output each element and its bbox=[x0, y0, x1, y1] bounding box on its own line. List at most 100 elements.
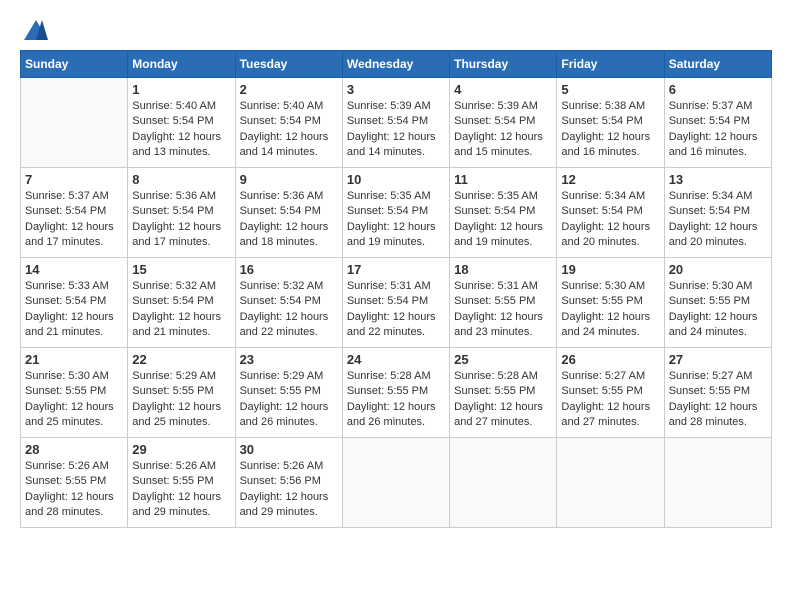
day-number: 27 bbox=[669, 352, 767, 367]
calendar-header-wednesday: Wednesday bbox=[342, 51, 449, 78]
week-row-1: 1 Sunrise: 5:40 AM Sunset: 5:54 PM Daylig… bbox=[21, 78, 772, 168]
day-number: 25 bbox=[454, 352, 552, 367]
calendar-cell: 12 Sunrise: 5:34 AM Sunset: 5:54 PM Dayli… bbox=[557, 168, 664, 258]
calendar-cell: 10 Sunrise: 5:35 AM Sunset: 5:54 PM Dayli… bbox=[342, 168, 449, 258]
day-info: Sunrise: 5:36 AM Sunset: 5:54 PM Dayligh… bbox=[240, 189, 338, 251]
calendar-cell: 25 Sunrise: 5:28 AM Sunset: 5:55 PM Dayli… bbox=[450, 348, 557, 438]
day-number: 9 bbox=[240, 172, 338, 187]
calendar-cell: 15 Sunrise: 5:32 AM Sunset: 5:54 PM Dayli… bbox=[128, 258, 235, 348]
day-number: 8 bbox=[132, 172, 230, 187]
day-info: Sunrise: 5:29 AM Sunset: 5:55 PM Dayligh… bbox=[132, 369, 230, 431]
day-info: Sunrise: 5:34 AM Sunset: 5:54 PM Dayligh… bbox=[561, 189, 659, 251]
day-number: 28 bbox=[25, 442, 123, 457]
day-info: Sunrise: 5:35 AM Sunset: 5:54 PM Dayligh… bbox=[347, 189, 445, 251]
logo-icon bbox=[24, 20, 48, 40]
calendar-header-monday: Monday bbox=[128, 51, 235, 78]
day-info: Sunrise: 5:38 AM Sunset: 5:54 PM Dayligh… bbox=[561, 99, 659, 161]
calendar-table: SundayMondayTuesdayWednesdayThursdayFrid… bbox=[20, 50, 772, 528]
day-info: Sunrise: 5:27 AM Sunset: 5:55 PM Dayligh… bbox=[669, 369, 767, 431]
day-number: 15 bbox=[132, 262, 230, 277]
day-number: 3 bbox=[347, 82, 445, 97]
calendar-cell: 23 Sunrise: 5:29 AM Sunset: 5:55 PM Dayli… bbox=[235, 348, 342, 438]
calendar-cell: 9 Sunrise: 5:36 AM Sunset: 5:54 PM Daylig… bbox=[235, 168, 342, 258]
day-info: Sunrise: 5:30 AM Sunset: 5:55 PM Dayligh… bbox=[561, 279, 659, 341]
calendar-cell: 21 Sunrise: 5:30 AM Sunset: 5:55 PM Dayli… bbox=[21, 348, 128, 438]
day-number: 7 bbox=[25, 172, 123, 187]
calendar-cell: 8 Sunrise: 5:36 AM Sunset: 5:54 PM Daylig… bbox=[128, 168, 235, 258]
day-info: Sunrise: 5:27 AM Sunset: 5:55 PM Dayligh… bbox=[561, 369, 659, 431]
calendar-cell: 20 Sunrise: 5:30 AM Sunset: 5:55 PM Dayli… bbox=[664, 258, 771, 348]
day-number: 11 bbox=[454, 172, 552, 187]
week-row-5: 28 Sunrise: 5:26 AM Sunset: 5:55 PM Dayli… bbox=[21, 438, 772, 528]
day-info: Sunrise: 5:29 AM Sunset: 5:55 PM Dayligh… bbox=[240, 369, 338, 431]
day-info: Sunrise: 5:26 AM Sunset: 5:55 PM Dayligh… bbox=[132, 459, 230, 521]
day-info: Sunrise: 5:34 AM Sunset: 5:54 PM Dayligh… bbox=[669, 189, 767, 251]
calendar-cell bbox=[664, 438, 771, 528]
calendar-cell: 19 Sunrise: 5:30 AM Sunset: 5:55 PM Dayli… bbox=[557, 258, 664, 348]
calendar-cell: 18Sunrise: 5:31 AM Sunset: 5:55 PM Dayli… bbox=[450, 258, 557, 348]
calendar-header-row: SundayMondayTuesdayWednesdayThursdayFrid… bbox=[21, 51, 772, 78]
calendar-cell: 13 Sunrise: 5:34 AM Sunset: 5:54 PM Dayli… bbox=[664, 168, 771, 258]
calendar-cell bbox=[342, 438, 449, 528]
day-info: Sunrise: 5:35 AM Sunset: 5:54 PM Dayligh… bbox=[454, 189, 552, 251]
logo bbox=[20, 20, 48, 40]
day-number: 20 bbox=[669, 262, 767, 277]
calendar-header-friday: Friday bbox=[557, 51, 664, 78]
calendar-cell: 29 Sunrise: 5:26 AM Sunset: 5:55 PM Dayli… bbox=[128, 438, 235, 528]
day-info: Sunrise: 5:30 AM Sunset: 5:55 PM Dayligh… bbox=[25, 369, 123, 431]
day-info: Sunrise: 5:31 AM Sunset: 5:54 PM Dayligh… bbox=[347, 279, 445, 341]
calendar-cell: 30 Sunrise: 5:26 AM Sunset: 5:56 PM Dayli… bbox=[235, 438, 342, 528]
calendar-cell: 24Sunrise: 5:28 AM Sunset: 5:55 PM Dayli… bbox=[342, 348, 449, 438]
calendar-cell: 7 Sunrise: 5:37 AM Sunset: 5:54 PM Daylig… bbox=[21, 168, 128, 258]
calendar-cell: 27 Sunrise: 5:27 AM Sunset: 5:55 PM Dayli… bbox=[664, 348, 771, 438]
day-number: 14 bbox=[25, 262, 123, 277]
day-number: 12 bbox=[561, 172, 659, 187]
day-number: 30 bbox=[240, 442, 338, 457]
day-number: 1 bbox=[132, 82, 230, 97]
page-header bbox=[20, 20, 772, 40]
day-number: 10 bbox=[347, 172, 445, 187]
day-info: Sunrise: 5:33 AM Sunset: 5:54 PM Dayligh… bbox=[25, 279, 123, 341]
day-number: 22 bbox=[132, 352, 230, 367]
day-info: Sunrise: 5:39 AM Sunset: 5:54 PM Dayligh… bbox=[347, 99, 445, 161]
calendar-header-tuesday: Tuesday bbox=[235, 51, 342, 78]
day-info: Sunrise: 5:39 AM Sunset: 5:54 PM Dayligh… bbox=[454, 99, 552, 161]
day-info: Sunrise: 5:37 AM Sunset: 5:54 PM Dayligh… bbox=[25, 189, 123, 251]
day-number: 23 bbox=[240, 352, 338, 367]
day-info: Sunrise: 5:28 AM Sunset: 5:55 PM Dayligh… bbox=[454, 369, 552, 431]
day-number: 16 bbox=[240, 262, 338, 277]
calendar-cell: 11 Sunrise: 5:35 AM Sunset: 5:54 PM Dayli… bbox=[450, 168, 557, 258]
day-info: Sunrise: 5:37 AM Sunset: 5:54 PM Dayligh… bbox=[669, 99, 767, 161]
calendar-cell: 5Sunrise: 5:38 AM Sunset: 5:54 PM Daylig… bbox=[557, 78, 664, 168]
day-number: 13 bbox=[669, 172, 767, 187]
day-number: 6 bbox=[669, 82, 767, 97]
day-info: Sunrise: 5:31 AM Sunset: 5:55 PM Dayligh… bbox=[454, 279, 552, 341]
calendar-cell bbox=[21, 78, 128, 168]
calendar-cell: 28 Sunrise: 5:26 AM Sunset: 5:55 PM Dayli… bbox=[21, 438, 128, 528]
day-info: Sunrise: 5:36 AM Sunset: 5:54 PM Dayligh… bbox=[132, 189, 230, 251]
calendar-cell: 22 Sunrise: 5:29 AM Sunset: 5:55 PM Dayli… bbox=[128, 348, 235, 438]
calendar-cell: 1 Sunrise: 5:40 AM Sunset: 5:54 PM Daylig… bbox=[128, 78, 235, 168]
week-row-3: 14 Sunrise: 5:33 AM Sunset: 5:54 PM Dayli… bbox=[21, 258, 772, 348]
day-info: Sunrise: 5:32 AM Sunset: 5:54 PM Dayligh… bbox=[240, 279, 338, 341]
calendar-cell bbox=[450, 438, 557, 528]
calendar-cell: 26 Sunrise: 5:27 AM Sunset: 5:55 PM Dayli… bbox=[557, 348, 664, 438]
day-number: 2 bbox=[240, 82, 338, 97]
day-number: 4 bbox=[454, 82, 552, 97]
day-number: 29 bbox=[132, 442, 230, 457]
day-number: 19 bbox=[561, 262, 659, 277]
day-info: Sunrise: 5:28 AM Sunset: 5:55 PM Dayligh… bbox=[347, 369, 445, 431]
day-number: 26 bbox=[561, 352, 659, 367]
day-info: Sunrise: 5:26 AM Sunset: 5:55 PM Dayligh… bbox=[25, 459, 123, 521]
day-info: Sunrise: 5:32 AM Sunset: 5:54 PM Dayligh… bbox=[132, 279, 230, 341]
calendar-cell: 16 Sunrise: 5:32 AM Sunset: 5:54 PM Dayli… bbox=[235, 258, 342, 348]
day-info: Sunrise: 5:26 AM Sunset: 5:56 PM Dayligh… bbox=[240, 459, 338, 521]
calendar-cell: 4 Sunrise: 5:39 AM Sunset: 5:54 PM Daylig… bbox=[450, 78, 557, 168]
day-number: 21 bbox=[25, 352, 123, 367]
day-info: Sunrise: 5:30 AM Sunset: 5:55 PM Dayligh… bbox=[669, 279, 767, 341]
calendar-cell: 2Sunrise: 5:40 AM Sunset: 5:54 PM Daylig… bbox=[235, 78, 342, 168]
calendar-cell: 14 Sunrise: 5:33 AM Sunset: 5:54 PM Dayli… bbox=[21, 258, 128, 348]
week-row-4: 21 Sunrise: 5:30 AM Sunset: 5:55 PM Dayli… bbox=[21, 348, 772, 438]
day-info: Sunrise: 5:40 AM Sunset: 5:54 PM Dayligh… bbox=[132, 99, 230, 161]
calendar-header-sunday: Sunday bbox=[21, 51, 128, 78]
